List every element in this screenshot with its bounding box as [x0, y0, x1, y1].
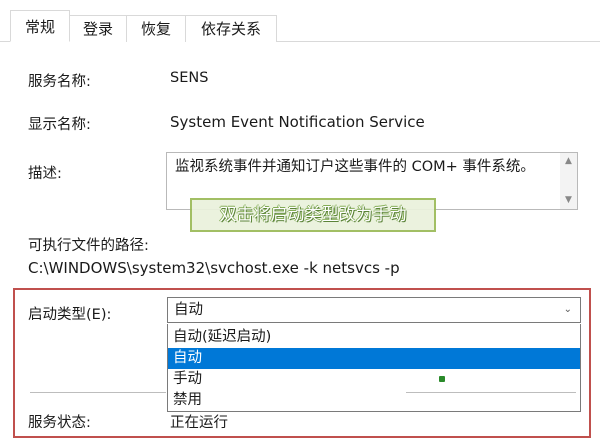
cursor-marker [439, 376, 445, 382]
service-status-label: 服务状态: [28, 415, 91, 431]
separator-line [406, 392, 576, 393]
description-label: 描述: [28, 166, 62, 182]
separator-line [30, 392, 166, 393]
description-text: 监视系统事件并通知订户这些事件的 COM+ 事件系统。 [175, 159, 535, 175]
startup-type-select[interactable]: 自动 ⌄ [167, 297, 581, 323]
chevron-down-icon[interactable]: ⌄ [564, 298, 572, 322]
service-name-label: 服务名称: [28, 74, 91, 90]
service-name-value: SENS [170, 70, 209, 86]
service-status-value: 正在运行 [170, 415, 228, 431]
startup-type-options-list: 自动(延迟启动) 自动 手动 禁用 [167, 324, 581, 412]
display-name-label: 显示名称: [28, 117, 91, 133]
tab-recovery[interactable]: 恢复 [126, 15, 186, 42]
startup-option-manual[interactable]: 手动 [168, 369, 580, 390]
tab-dependencies[interactable]: 依存关系 [185, 15, 277, 42]
annotation-note: 双击将启动类型改为手动 [190, 198, 436, 232]
path-label: 可执行文件的路径: [28, 238, 149, 254]
startup-type-selected-value: 自动 [174, 302, 203, 318]
startup-type-label: 启动类型(E): [28, 307, 112, 323]
description-scrollbar[interactable]: ▲ ▼ [560, 153, 577, 209]
tab-general[interactable]: 常规 [10, 10, 70, 42]
path-value: C:\WINDOWS\system32\svchost.exe -k netsv… [28, 259, 400, 277]
scroll-up-icon[interactable]: ▲ [560, 153, 577, 170]
startup-option-automatic[interactable]: 自动 [168, 348, 580, 369]
display-name-value: System Event Notification Service [170, 113, 425, 131]
tab-strip: 常规 登录 恢复 依存关系 [0, 0, 600, 48]
tab-logon[interactable]: 登录 [69, 15, 127, 42]
scroll-down-icon[interactable]: ▼ [560, 192, 577, 209]
startup-option-disabled[interactable]: 禁用 [168, 390, 580, 411]
startup-option-delayed[interactable]: 自动(延迟启动) [168, 327, 580, 348]
